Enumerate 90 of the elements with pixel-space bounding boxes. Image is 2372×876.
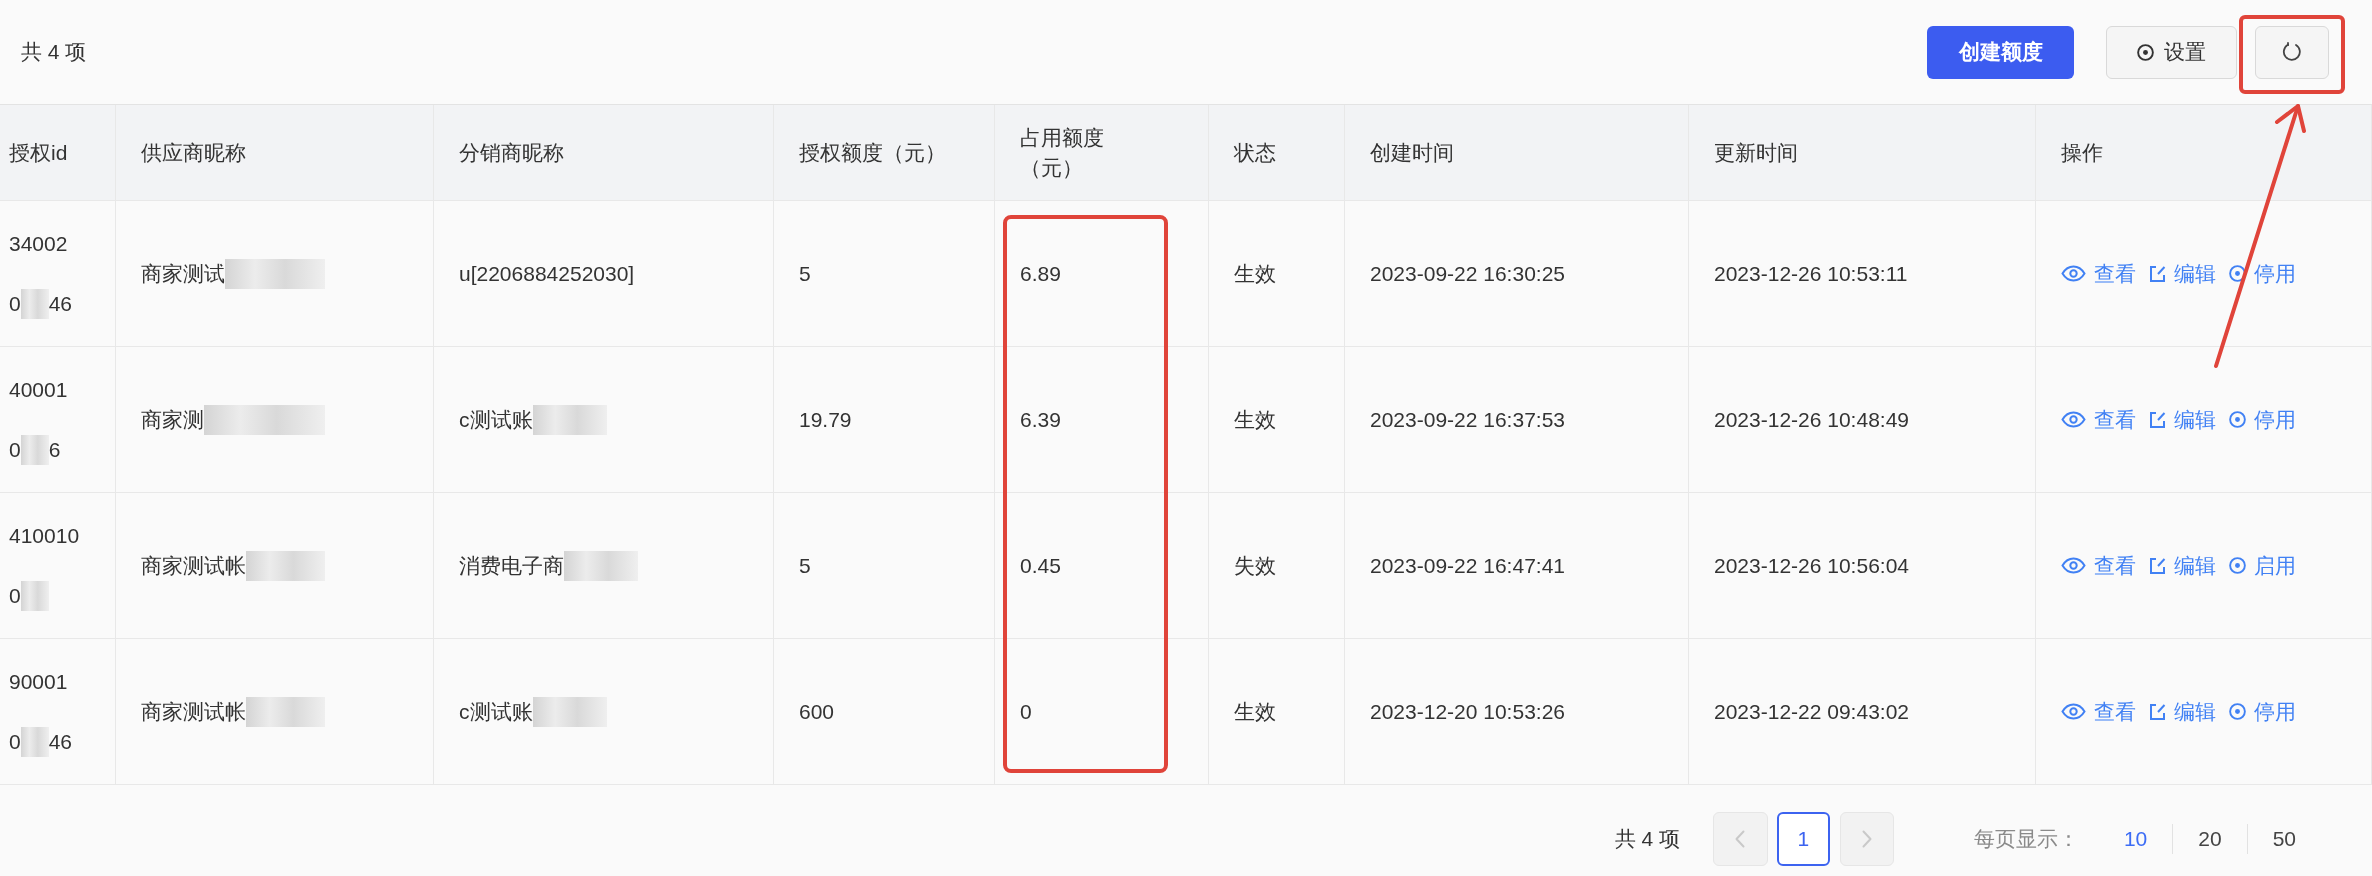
refresh-icon [2282,42,2302,62]
eye-icon [2061,703,2086,720]
cell-text: 34002 [9,230,69,257]
column-header: 授权id [0,105,116,201]
toggle-link[interactable]: 停用 [2229,257,2296,290]
edit-link[interactable]: 编辑 [2149,257,2216,290]
chevron-right-icon [1861,829,1872,848]
settings-button[interactable]: 设置 [2106,25,2237,79]
table-cell: 生效 [1209,639,1345,785]
blurred-block [20,726,49,757]
table-cell: 19.79 [774,347,995,493]
cell-text: 商家测试帐 [141,698,246,725]
cell-text: 46 [48,728,73,755]
column-header: 更新时间 [1689,105,2036,201]
table-cell: 0.45 [995,493,1209,639]
column-header: 供应商昵称 [116,105,434,201]
refresh-button[interactable] [2255,25,2329,79]
column-header: 状态 [1209,105,1345,201]
blurred-block [20,434,49,465]
cell-text: 90001 [9,668,69,695]
view-link[interactable]: 查看 [2061,695,2136,728]
toggle-link[interactable]: 停用 [2229,695,2296,728]
table-cell: 600 [774,639,995,785]
target-icon [2229,557,2246,574]
create-button[interactable]: 创建额度 [1927,25,2074,79]
eye-icon [2061,411,2086,428]
table-cell: 2023-12-26 10:53:11 [1689,201,2036,347]
view-link[interactable]: 查看 [2061,403,2136,436]
view-link[interactable]: 查看 [2061,549,2136,582]
column-header: 占用额度（元） [995,105,1209,201]
cell-text: 40001 [9,376,68,403]
table-cell: 5 [774,493,995,639]
page-size-option[interactable]: 20 [2173,822,2247,855]
page-size-option[interactable]: 10 [2098,822,2173,855]
toggle-link[interactable]: 启用 [2229,549,2296,582]
page-button[interactable]: 1 [1776,811,1830,866]
table-cell: 2023-09-22 16:37:53 [1345,347,1689,493]
column-header: 授权额度（元） [774,105,995,201]
blurred-block [20,288,49,319]
page-size-option[interactable]: 50 [2247,822,2321,855]
table-cell: 生效 [1209,347,1345,493]
table-cell: 0 [995,639,1209,785]
table-cell: 2023-12-22 09:43:02 [1689,639,2036,785]
target-icon [2229,703,2246,720]
edit-icon [2149,410,2166,429]
cell-text: u[2206884252030] [459,260,635,287]
cell-text: 0 [9,290,21,317]
cell-text: 6 [48,436,61,463]
cell-text: 46 [48,290,73,317]
blurred-block [20,580,49,611]
cell-text: 0 [9,728,21,755]
target-icon [2137,43,2154,61]
table-cell: 6.39 [995,347,1209,493]
target-icon [2229,411,2246,428]
table-cell: 5 [774,201,995,347]
table-cell: 2023-12-20 10:53:26 [1345,639,1689,785]
cell-text: 商家测试 [141,260,225,287]
cell-text: 410010 [9,522,80,549]
table-cell: 生效 [1209,201,1345,347]
table-cell: 2023-12-26 10:56:04 [1689,493,2036,639]
cell-text: 0 [9,436,21,463]
total-count: 共 4 项 [21,39,87,66]
page-size-label: 每页显示： [1973,825,2079,852]
edit-icon [2149,264,2166,283]
chevron-left-icon [1735,829,1746,848]
toggle-link[interactable]: 停用 [2229,403,2296,436]
edit-icon [2149,556,2166,575]
table-cell: 2023-12-26 10:48:49 [1689,347,2036,493]
eye-icon [2061,265,2086,282]
cell-text: 消费电子商 [459,552,564,579]
cell-text: 商家测试帐 [141,552,246,579]
cell-text: 商家测 [141,406,204,433]
total-count: 共 4 项 [1614,825,1680,852]
table-cell: 失效 [1209,493,1345,639]
eye-icon [2061,557,2086,574]
edit-icon [2149,702,2166,721]
edit-link[interactable]: 编辑 [2149,695,2216,728]
target-icon [2229,265,2246,282]
view-link[interactable]: 查看 [2061,257,2136,290]
column-header: 操作 [2036,105,2372,201]
cell-text: 0 [9,582,21,609]
table-cell: 6.89 [995,201,1209,347]
cell-text: c测试账 [459,698,533,725]
edit-link[interactable]: 编辑 [2149,403,2216,436]
cell-text: c测试账 [459,406,533,433]
table-cell: 2023-09-22 16:47:41 [1345,493,1689,639]
edit-link[interactable]: 编辑 [2149,549,2216,582]
table-cell: 2023-09-22 16:30:25 [1345,201,1689,347]
column-header: 分销商昵称 [434,105,774,201]
column-header: 创建时间 [1345,105,1689,201]
